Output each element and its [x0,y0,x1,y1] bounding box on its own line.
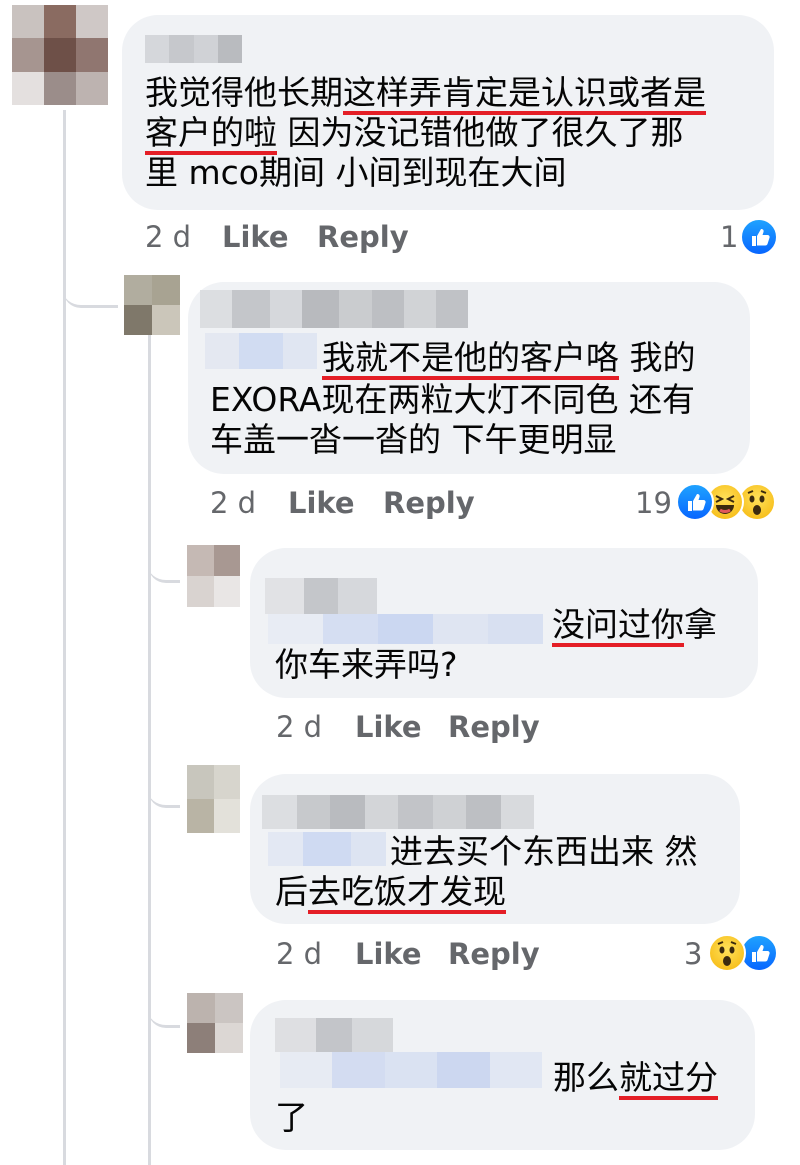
avatar[interactable] [12,5,108,105]
like-button-2[interactable]: Like [288,486,355,520]
thread-connector-2 [63,255,118,308]
timestamp-2[interactable]: 2 d [210,486,256,520]
timestamp-4[interactable]: 2 d [276,937,322,971]
comment-text-5-line-2: 了 [275,1098,308,1137]
comment-text-2-line-2: EXORA现在两粒大灯不同色 还有 [210,380,695,419]
thread-connector-5 [148,980,180,1028]
reply-button-2[interactable]: Reply [383,486,475,520]
like-reaction-icon [740,218,778,256]
like-button-4[interactable]: Like [355,937,422,971]
avatar[interactable] [187,993,243,1053]
reply-button-3[interactable]: Reply [448,710,540,744]
like-reaction-icon [676,483,714,521]
reply-button-4[interactable]: Reply [448,937,540,971]
reaction-count-2[interactable]: 19 [635,486,672,520]
commenter-name-2[interactable] [200,290,468,328]
comment-text-1-line-2: 客户的啦 因为没记错他做了很久了那 [145,113,684,152]
comment-text-3-line-2: 你车来弄吗? [275,645,458,684]
timestamp-3[interactable]: 2 d [276,710,322,744]
comment-text-2-line-1: 我就不是他的客户咯 我的 [322,338,696,377]
mentioned-name-3[interactable] [268,614,543,644]
avatar[interactable] [187,545,240,607]
commenter-name-5[interactable] [275,1018,393,1052]
comment-text-5-line-1: 那么就过分 [553,1058,718,1097]
mentioned-name-2[interactable] [205,333,317,369]
reaction-count-1[interactable]: 1 [720,220,738,254]
comment-text-1-line-1: 我觉得他长期这样弄肯定是认识或者是 [145,73,706,112]
thread-line-nested [148,325,151,1165]
like-button-1[interactable]: Like [222,220,289,254]
comment-text-2-line-3: 车盖一沓一沓的 下午更明显 [210,420,617,459]
comment-text-3-line-1: 没问过你拿 [552,605,717,644]
reaction-count-4[interactable]: 3 [684,937,702,971]
comment-text-4-line-1: 进去买个东西出来 然 [390,832,698,871]
avatar[interactable] [187,765,240,833]
commenter-name-4[interactable] [262,795,534,829]
timestamp-1[interactable]: 2 d [145,220,191,254]
mentioned-name-5[interactable] [280,1052,542,1088]
thread-connector-3 [148,530,180,583]
thread-connector-4 [148,755,180,808]
comment-text-4-line-2: 后去吃饭才发现 [275,872,506,911]
comment-text-1-line-3: 里 mco期间 小间到现在大间 [145,153,567,192]
commenter-name-1[interactable] [145,35,242,63]
like-button-3[interactable]: Like [355,710,422,744]
mentioned-name-4[interactable] [268,832,386,866]
reply-button-1[interactable]: Reply [317,220,409,254]
wow-reaction-icon [708,934,746,972]
commenter-name-3[interactable] [265,578,377,614]
avatar[interactable] [124,275,180,335]
